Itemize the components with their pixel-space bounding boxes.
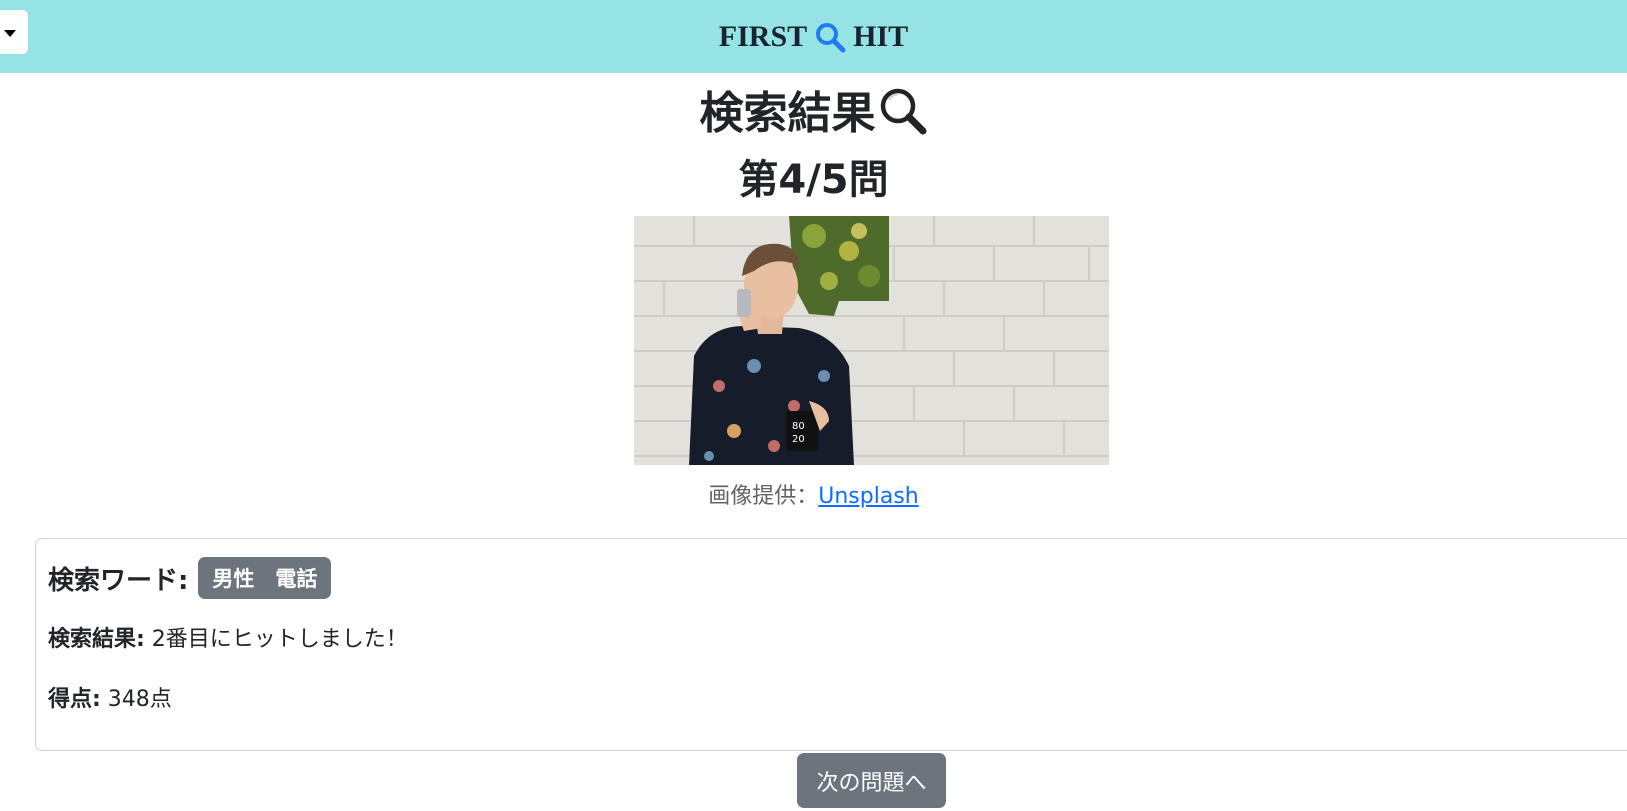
page-title-text: 検索結果 xyxy=(699,88,876,139)
magnifier-icon xyxy=(880,88,926,135)
search-icon xyxy=(816,22,846,52)
keyword-row: 検索ワード: 男性 電話 xyxy=(48,557,332,599)
keyword-badge: 男性 電話 xyxy=(198,557,332,599)
search-result-value: 2番目にヒットしました！ xyxy=(144,627,408,652)
top-navbar: FIRST HIT xyxy=(0,0,1627,73)
caret-down-icon xyxy=(4,30,16,37)
svg-text:20: 20 xyxy=(792,434,805,445)
man-on-phone-photo: 80 20 xyxy=(634,216,1109,465)
brand-text-first: FIRST xyxy=(718,19,808,53)
keyword-label: 検索ワード: xyxy=(48,565,189,596)
quiz-photo: 80 20 xyxy=(634,216,1109,465)
search-result-line: 検索結果: 2番目にヒットしました！ xyxy=(48,621,408,653)
menu-dropdown-button[interactable] xyxy=(0,10,28,54)
result-card: 検索ワード: 男性 電話 検索結果: 2番目にヒットしました！ 得点: 348点 xyxy=(35,538,1627,751)
score-label: 得点: xyxy=(48,687,101,712)
unsplash-link[interactable]: Unsplash xyxy=(818,484,918,509)
next-question-button[interactable]: 次の問題へ xyxy=(797,753,946,808)
page-title: 検索結果 xyxy=(0,82,1627,146)
brand-logo[interactable]: FIRST HIT xyxy=(0,0,1627,73)
question-number: 第4/5問 xyxy=(738,157,889,203)
image-credit: 画像提供：Unsplash xyxy=(0,480,1627,514)
brand-text-hit: HIT xyxy=(853,19,909,53)
svg-text:80: 80 xyxy=(792,421,805,432)
score-value: 348点 xyxy=(100,687,172,712)
image-credit-prefix: 画像提供： xyxy=(708,484,819,509)
score-line: 得点: 348点 xyxy=(48,681,172,713)
search-result-label: 検索結果: xyxy=(48,627,145,652)
